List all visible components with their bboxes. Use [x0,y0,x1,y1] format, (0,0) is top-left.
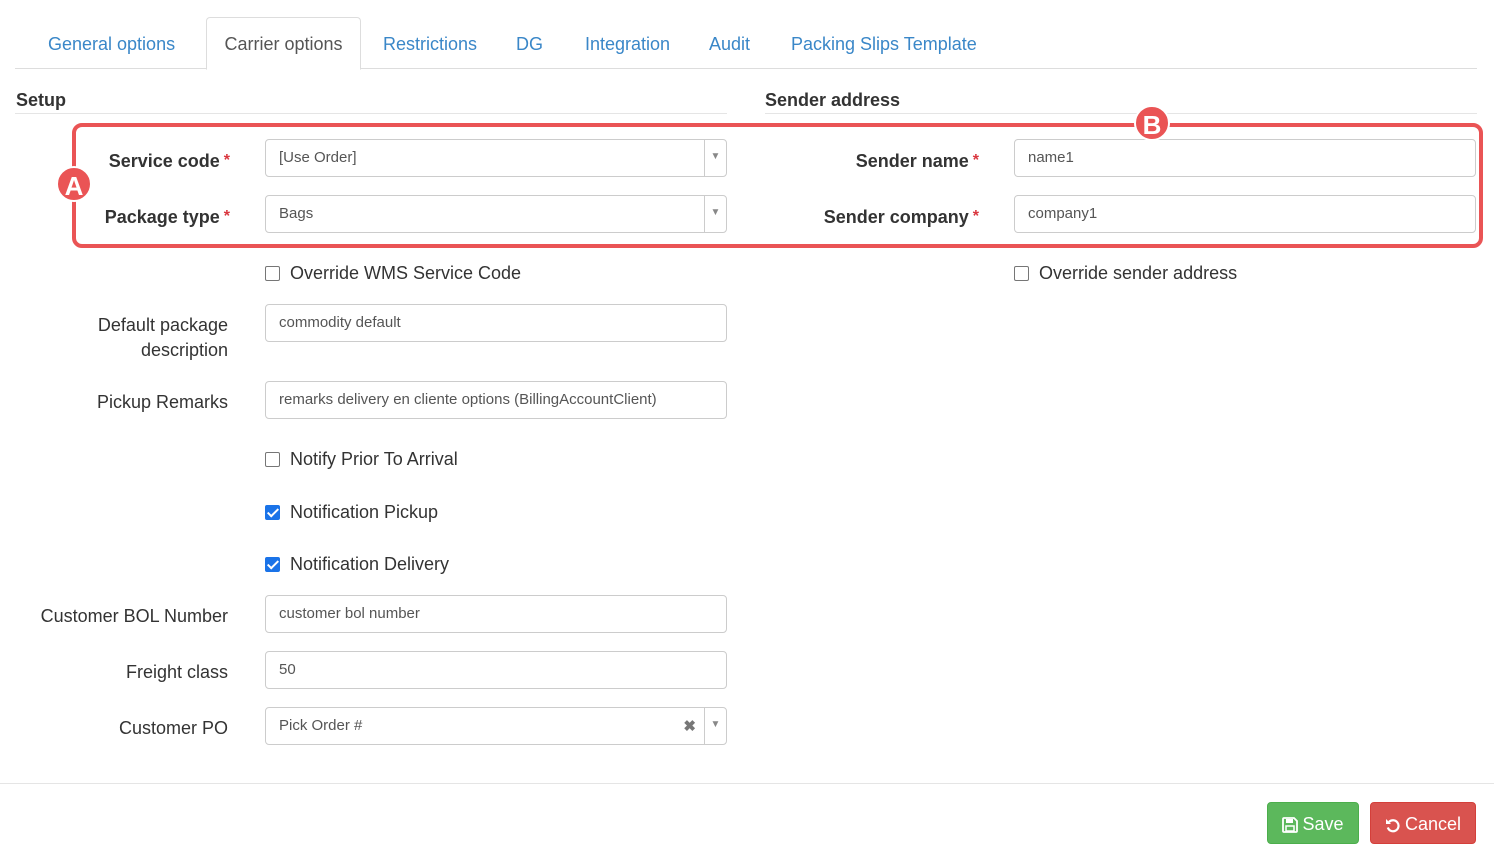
pickup-remarks-label: Pickup Remarks [96,392,228,412]
override-wms-checkbox[interactable] [265,266,280,281]
cancel-label: Cancel [1404,814,1462,834]
annotation-highlight-box [72,123,1483,248]
sender-divider [765,113,1477,114]
customer-bol-input[interactable]: customer bol number [265,595,727,633]
default-package-description-input[interactable]: commodity default [265,304,727,342]
customer-po-value: Pick Order # [279,717,363,734]
override-wms-label: Override WMS Service Code [290,263,522,283]
tab-integration[interactable]: Integration [585,30,670,58]
tab-carrier-options[interactable]: Carrier options [206,17,361,70]
clear-icon[interactable]: ✖ [683,708,696,744]
save-button[interactable]: Save [1267,802,1359,844]
sender-address-title: Sender address [765,90,901,110]
notification-delivery-row[interactable]: Notification Delivery [265,552,449,576]
notification-delivery-label: Notification Delivery [290,554,450,574]
footer-divider [0,783,1494,784]
notification-pickup-label: Notification Pickup [290,502,439,522]
cancel-button[interactable]: Cancel [1370,802,1476,844]
override-sender-checkbox-row[interactable]: Override sender address [1014,261,1237,285]
setup-divider [15,113,727,114]
annotation-badge-b: B [1134,105,1170,141]
notify-prior-checkbox[interactable] [265,452,280,467]
annotation-badge-a: A [56,166,92,202]
pickup-remarks-input[interactable]: remarks delivery en cliente options (Bil… [265,381,727,419]
notify-prior-row[interactable]: Notify Prior To Arrival [265,447,458,471]
customer-po-select[interactable]: Pick Order # ✖ ▼ [265,707,727,745]
chevron-down-icon[interactable]: ▼ [704,708,726,744]
notification-delivery-checkbox[interactable] [265,557,280,572]
undo-icon [1385,819,1400,833]
notification-pickup-row[interactable]: Notification Pickup [265,500,438,524]
override-sender-checkbox[interactable] [1014,266,1029,281]
override-wms-checkbox-row[interactable]: Override WMS Service Code [265,261,521,285]
freight-class-label: Freight class [125,662,228,682]
tab-general-options[interactable]: General options [48,30,175,58]
override-sender-label: Override sender address [1039,263,1238,283]
save-icon [1282,817,1299,833]
notification-pickup-checkbox[interactable] [265,505,280,520]
tab-dg[interactable]: DG [516,30,543,58]
notify-prior-label: Notify Prior To Arrival [290,449,458,469]
default-package-description-label: Default package description [97,315,228,360]
tab-audit[interactable]: Audit [709,30,750,58]
customer-po-label: Customer PO [118,718,228,738]
customer-bol-label: Customer BOL Number [40,606,228,626]
save-label: Save [1302,814,1344,834]
freight-class-input[interactable]: 50 [265,651,727,689]
tab-packing-slips-template[interactable]: Packing Slips Template [791,30,977,58]
setup-title: Setup [16,90,67,110]
tab-restrictions[interactable]: Restrictions [383,30,477,58]
